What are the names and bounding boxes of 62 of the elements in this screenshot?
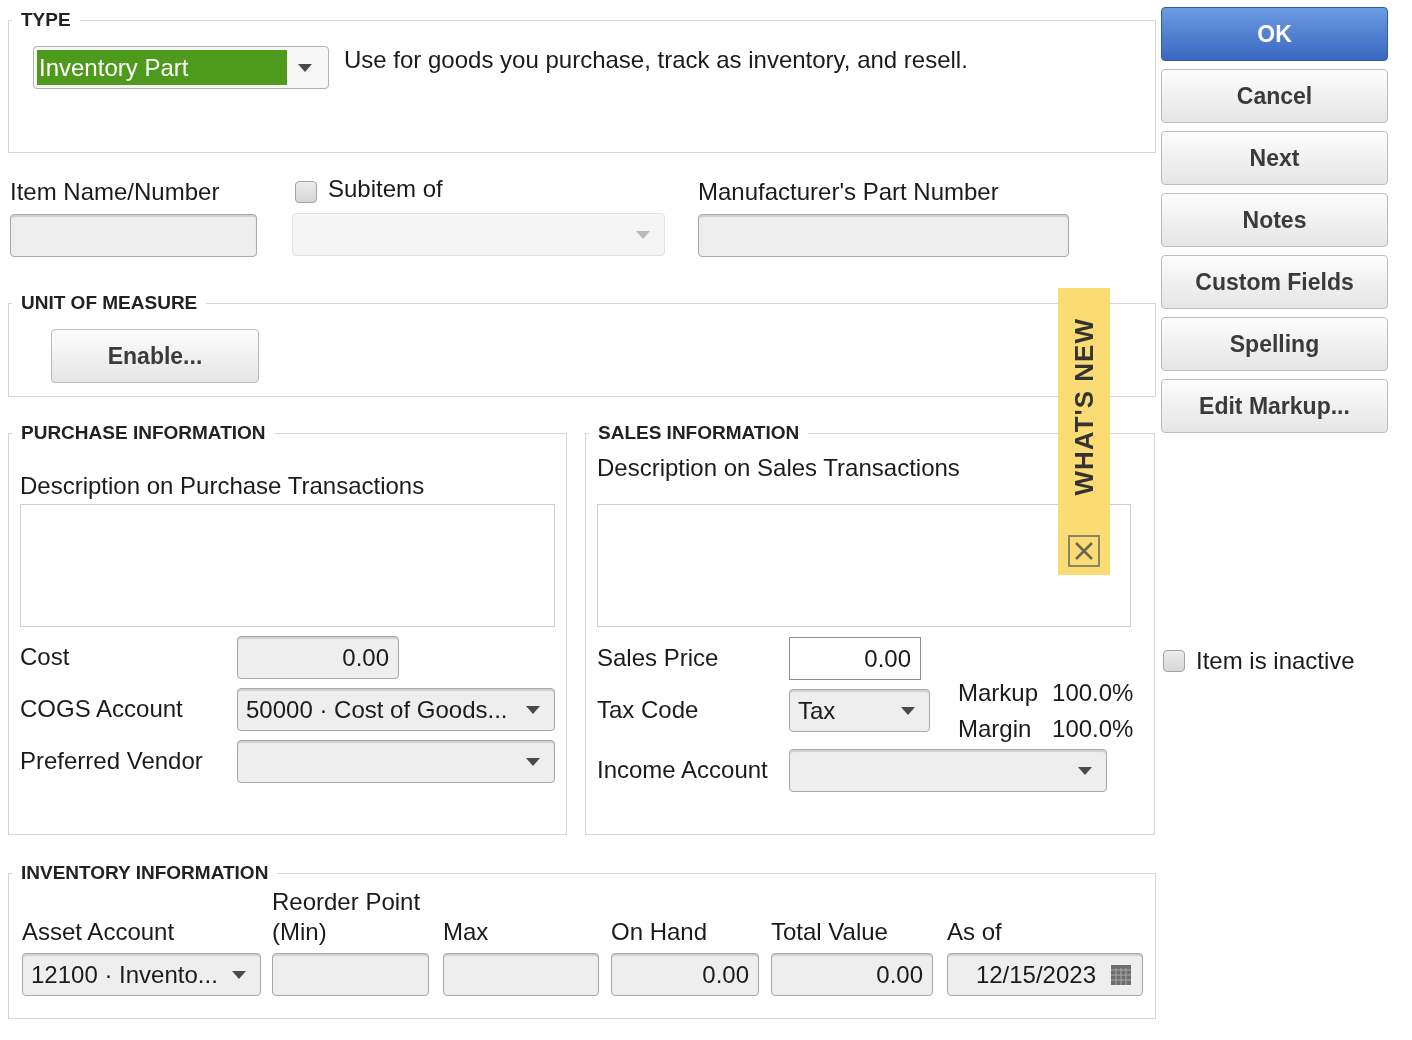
caret-down-icon (636, 230, 650, 239)
calendar-icon (1111, 964, 1131, 985)
section-heading: INVENTORY INFORMATION (20, 861, 270, 885)
column-label: Asset Account (22, 917, 176, 947)
date-field[interactable]: 12/15/2023 (947, 953, 1143, 996)
field-label: Item Name/Number (10, 178, 220, 206)
column-label: As of (947, 917, 1003, 947)
markup-value: 100.0% (1052, 713, 1134, 744)
dialog-button[interactable]: Edit Markup... (1161, 379, 1388, 433)
inactive-label: Item is inactive (1196, 647, 1355, 675)
whats-new-tab[interactable]: WHAT'S NEW (1058, 288, 1110, 575)
section-heading: TYPE (20, 8, 72, 32)
field-label: Sales Price (597, 644, 719, 671)
input-field[interactable] (272, 953, 429, 996)
type-description: Use for goods you purchase, track as inventory, and resell. (344, 46, 968, 74)
dialog-button[interactable]: Spelling (1161, 317, 1388, 371)
column-label: On Hand (611, 917, 709, 947)
dialog-button[interactable]: Custom Fields (1161, 255, 1388, 309)
dropdown[interactable]: 50000 · Cost of Goods... (237, 688, 555, 731)
field-label: Manufacturer's Part Number (698, 178, 999, 206)
amount-field[interactable]: 0.00 (611, 953, 759, 996)
field-label: Description on Sales Transactions (597, 454, 960, 482)
account-dropdown[interactable]: 12100 · Invento... (22, 953, 261, 996)
section-heading: UNIT OF MEASURE (20, 291, 199, 315)
subitem-label: Subitem of (328, 175, 443, 203)
amount-field[interactable]: 0.00 (237, 636, 399, 679)
income-account-dropdown[interactable] (789, 749, 1107, 792)
field-label: Cost (20, 643, 70, 670)
column-label: Reorder Point (Min) (272, 887, 422, 947)
caret-down-icon (1078, 766, 1092, 775)
markup-label: Markup (958, 677, 1039, 708)
field-label: Tax Code (597, 696, 699, 723)
input-field[interactable] (698, 214, 1069, 257)
section-heading: SALES INFORMATION (597, 421, 801, 445)
section-heading: PURCHASE INFORMATION (20, 421, 267, 445)
field-label: Income Account (597, 756, 768, 783)
input-field[interactable] (10, 214, 257, 257)
close-icon[interactable] (1068, 535, 1100, 567)
caret-down-icon (298, 63, 312, 72)
dialog-button[interactable]: Cancel (1161, 69, 1388, 123)
dropdown[interactable] (237, 740, 555, 783)
subitem-checkbox[interactable] (295, 181, 317, 203)
caret-down-icon (526, 757, 540, 766)
amount-field[interactable]: 0.00 (771, 953, 933, 996)
column-label: Max (443, 917, 490, 947)
dialog-button[interactable]: Notes (1161, 193, 1388, 247)
tax-code-dropdown[interactable]: Tax (789, 689, 930, 732)
field-label: Description on Purchase Transactions (20, 472, 425, 500)
markup-label: Margin (958, 713, 1033, 744)
input-field[interactable] (443, 953, 599, 996)
caret-down-icon (526, 705, 540, 714)
caret-down-icon (901, 706, 915, 715)
enable-button[interactable]: Enable... (51, 329, 259, 383)
amount-field[interactable]: 0.00 (789, 637, 921, 680)
caret-down-icon (232, 970, 246, 979)
column-label: Total Value (771, 917, 889, 947)
field-label: COGS Account (20, 695, 183, 722)
type-dropdown[interactable]: Inventory Part (33, 46, 329, 89)
ok-button[interactable]: OK (1161, 7, 1388, 61)
markup-value: 100.0% (1052, 677, 1134, 708)
dialog-button[interactable]: Next (1161, 131, 1388, 185)
field-label: Preferred Vendor (20, 747, 203, 774)
